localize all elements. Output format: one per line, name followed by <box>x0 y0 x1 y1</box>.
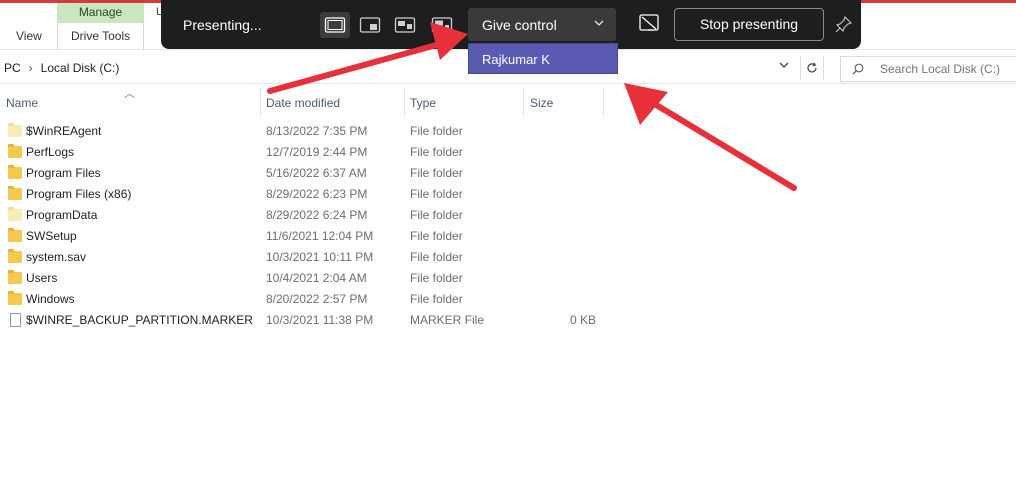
file-icon <box>8 313 22 327</box>
screen-share-off-icon <box>639 14 659 31</box>
column-divider[interactable] <box>603 88 604 116</box>
folder-icon <box>8 123 22 138</box>
file-row[interactable]: Program Files 5/16/2022 6:37 AM File fol… <box>0 163 1016 184</box>
folder-icon <box>8 228 22 243</box>
column-divider[interactable] <box>404 88 405 116</box>
layout-standout-button[interactable] <box>355 12 385 38</box>
content-only-icon <box>324 17 346 33</box>
layout-side-by-side-button[interactable] <box>390 12 420 38</box>
column-header-date[interactable]: Date modified <box>266 96 340 110</box>
search-icon <box>852 63 864 75</box>
manage-contextual-label[interactable]: Manage <box>57 3 144 23</box>
file-date: 5/16/2022 6:37 AM <box>266 166 367 180</box>
file-type: File folder <box>410 229 463 243</box>
breadcrumb[interactable]: PC › Local Disk (C:) <box>4 61 119 75</box>
file-row[interactable]: Program Files (x86) 8/29/2022 6:23 PM Fi… <box>0 184 1016 205</box>
column-divider[interactable] <box>260 88 261 116</box>
tab-drive-tools[interactable]: Drive Tools <box>71 29 130 43</box>
pin-icon[interactable] <box>834 14 854 34</box>
sort-ascending-icon: ︿ <box>124 88 135 100</box>
layout-reporter-button[interactable] <box>427 12 457 38</box>
address-history-chevron-icon[interactable] <box>776 59 792 75</box>
file-name: Users <box>26 271 58 285</box>
file-name: $WinREAgent <box>26 124 102 138</box>
standout-icon <box>359 17 381 33</box>
search-box[interactable] <box>840 56 1016 82</box>
tab-view[interactable]: View <box>16 29 42 43</box>
search-input[interactable] <box>880 61 1010 77</box>
file-row[interactable]: ProgramData 8/29/2022 6:24 PM File folde… <box>0 205 1016 226</box>
refresh-button[interactable] <box>800 56 824 80</box>
file-name: Program Files (x86) <box>26 187 132 201</box>
file-date: 10/3/2021 11:38 PM <box>266 313 374 327</box>
refresh-icon <box>807 62 817 73</box>
file-type: File folder <box>410 166 463 180</box>
file-type: MARKER File <box>410 313 485 327</box>
file-type: File folder <box>410 187 463 201</box>
file-type: File folder <box>410 145 463 159</box>
breadcrumb-pc[interactable]: PC <box>4 61 21 75</box>
file-row[interactable]: $WINRE_BACKUP_PARTITION.MARKER 10/3/2021… <box>0 310 1016 331</box>
file-name: Windows <box>26 292 75 306</box>
file-list: $WinREAgent 8/13/2022 7:35 PM File folde… <box>0 121 1016 331</box>
file-row[interactable]: Users 10/4/2021 2:04 AM File folder <box>0 268 1016 289</box>
file-date: 8/13/2022 7:35 PM <box>266 124 368 138</box>
file-date: 8/20/2022 2:57 PM <box>266 292 368 306</box>
folder-icon <box>8 270 22 285</box>
stop-sharing-screen-button[interactable] <box>634 10 664 38</box>
file-type: File folder <box>410 124 463 138</box>
file-date: 10/3/2021 10:11 PM <box>266 250 374 264</box>
file-date: 12/7/2019 2:44 PM <box>266 145 368 159</box>
file-row[interactable]: SWSetup 11/6/2021 12:04 PM File folder <box>0 226 1016 247</box>
folder-icon <box>8 249 22 264</box>
layout-content-only-button[interactable] <box>320 12 350 38</box>
folder-icon <box>8 207 22 222</box>
column-header-type[interactable]: Type <box>410 96 436 110</box>
folder-icon <box>8 144 22 159</box>
file-date: 8/29/2022 6:23 PM <box>266 187 368 201</box>
give-control-dropdown[interactable]: Give control <box>468 8 616 41</box>
file-size: 0 KB <box>569 313 596 327</box>
file-type: File folder <box>410 271 463 285</box>
file-row[interactable]: $WinREAgent 8/13/2022 7:35 PM File folde… <box>0 121 1016 142</box>
stop-presenting-button[interactable]: Stop presenting <box>674 8 824 41</box>
breadcrumb-chevron-icon: › <box>28 61 33 75</box>
file-date: 8/29/2022 6:24 PM <box>266 208 368 222</box>
column-divider[interactable] <box>523 88 524 116</box>
presenting-toolbar: Presenting... Give control Stop presenti… <box>161 0 861 49</box>
give-control-label: Give control <box>482 17 557 33</box>
presenting-status: Presenting... <box>183 17 262 33</box>
folder-icon <box>8 165 22 180</box>
give-control-option[interactable]: Rajkumar K <box>482 52 550 67</box>
reporter-icon <box>431 17 453 33</box>
file-type: File folder <box>410 208 463 222</box>
file-name: Program Files <box>26 166 101 180</box>
file-type: File folder <box>410 250 463 264</box>
file-row[interactable]: PerfLogs 12/7/2019 2:44 PM File folder <box>0 142 1016 163</box>
column-header-size[interactable]: Size <box>530 96 553 110</box>
file-name: system.sav <box>26 250 87 264</box>
folder-icon <box>8 291 22 306</box>
file-name: ProgramData <box>26 208 98 222</box>
file-date: 11/6/2021 12:04 PM <box>266 229 374 243</box>
side-by-side-icon <box>394 17 416 33</box>
chevron-down-icon <box>593 17 605 32</box>
folder-icon <box>8 186 22 201</box>
file-name: PerfLogs <box>26 145 75 159</box>
give-control-menu: Rajkumar K <box>468 43 618 74</box>
file-name: SWSetup <box>26 229 77 243</box>
file-date: 10/4/2021 2:04 AM <box>266 271 367 285</box>
breadcrumb-location[interactable]: Local Disk (C:) <box>41 61 120 75</box>
file-name: $WINRE_BACKUP_PARTITION.MARKER <box>26 313 253 327</box>
column-header-name[interactable]: Name <box>6 96 38 110</box>
file-row[interactable]: system.sav 10/3/2021 10:11 PM File folde… <box>0 247 1016 268</box>
column-headers: ︿ Name Date modified Type Size <box>0 88 1016 118</box>
file-type: File folder <box>410 292 463 306</box>
file-row[interactable]: Windows 8/20/2022 2:57 PM File folder <box>0 289 1016 310</box>
